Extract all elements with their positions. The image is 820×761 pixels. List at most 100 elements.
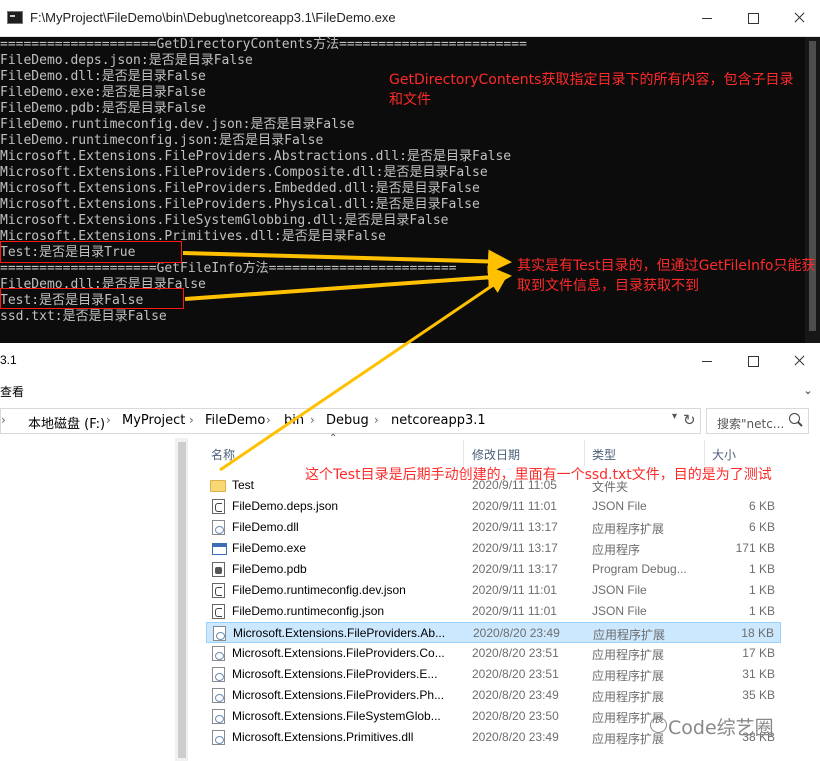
- console-line: Microsoft.Extensions.FileSystemGlobbing.…: [0, 213, 449, 228]
- file-name: FileDemo.dll: [232, 520, 299, 534]
- column-divider[interactable]: [584, 440, 585, 466]
- file-name: FileDemo.runtimeconfig.dev.json: [232, 583, 406, 597]
- file-name: Microsoft.Extensions.FileSystemGlob...: [232, 709, 441, 723]
- explorer-titlebar[interactable]: 3.1: [0, 343, 820, 377]
- breadcrumb-item[interactable]: netcoreapp3.1: [391, 413, 486, 428]
- dll-file-icon: [212, 520, 225, 535]
- scrollbar-thumb[interactable]: [178, 442, 186, 758]
- file-row[interactable]: FileDemo.dll 2020/9/11 13:17 应用程序扩展 6 KB: [206, 517, 781, 538]
- maximize-button[interactable]: [730, 0, 776, 36]
- file-type: JSON File: [592, 604, 647, 618]
- file-type: 应用程序扩展: [593, 628, 666, 642]
- file-row[interactable]: Microsoft.Extensions.FileProviders.Co...…: [206, 643, 781, 664]
- close-button[interactable]: [776, 0, 820, 36]
- file-row[interactable]: FileDemo.deps.json 2020/9/11 11:01 JSON Fi…: [206, 496, 781, 517]
- file-date: 2020/8/20 23:50: [472, 709, 559, 723]
- console-line: ssd.txt:是否是目录False: [0, 309, 167, 324]
- file-row[interactable]: FileDemo.runtimeconfig.json 2020/9/11 11:…: [206, 601, 781, 622]
- search-icon[interactable]: [789, 413, 800, 424]
- navigation-pane[interactable]: [0, 438, 188, 761]
- annotation-note: GetDirectoryContents获取指定目录下的所有内容，包含子目录和文…: [389, 72, 794, 108]
- file-type: 应用程序扩展: [592, 522, 665, 536]
- chevron-right-icon[interactable]: ›: [374, 413, 379, 427]
- search-input[interactable]: 搜索"netc...: [706, 408, 809, 434]
- navigation-pane-scrollbar[interactable]: [175, 438, 188, 761]
- file-size: 1 KB: [748, 583, 775, 597]
- file-row[interactable]: FileDemo.runtimeconfig.dev.json 2020/9/11…: [206, 580, 781, 601]
- console-app-icon: [7, 11, 23, 24]
- console-line: Microsoft.Extensions.FileProviders.Compo…: [0, 165, 488, 180]
- dll-file-icon: [212, 688, 225, 703]
- file-size: 17 KB: [742, 646, 775, 660]
- chevron-right-icon[interactable]: ›: [106, 413, 111, 427]
- file-type: JSON File: [592, 583, 647, 597]
- highlight-box: [0, 288, 184, 309]
- exe-file-icon: [212, 543, 227, 555]
- explorer-title: 3.1: [0, 353, 17, 367]
- minimize-button[interactable]: [684, 0, 730, 36]
- breadcrumb-item[interactable]: bin: [284, 413, 304, 428]
- refresh-icon[interactable]: ↻: [683, 411, 696, 429]
- ribbon-tabs: 查看 ⌄: [0, 377, 820, 405]
- close-button[interactable]: [776, 343, 820, 379]
- chevron-right-icon[interactable]: ›: [1, 413, 6, 427]
- file-name: Microsoft.Extensions.FileProviders.Ph...: [232, 688, 445, 702]
- file-date: 2020/8/20 23:49: [473, 626, 560, 640]
- file-name: FileDemo.runtimeconfig.json: [232, 604, 385, 618]
- tab-view[interactable]: 查看: [0, 383, 24, 400]
- console-line: FileDemo.runtimeconfig.dev.json:是否是目录Fal…: [0, 117, 355, 132]
- file-row[interactable]: FileDemo.pdb 2020/9/11 13:17 Program Debug…: [206, 559, 781, 580]
- chevron-right-icon[interactable]: ›: [189, 413, 194, 427]
- breadcrumb-item[interactable]: MyProject: [122, 413, 185, 428]
- json-file-icon: [212, 604, 225, 619]
- file-date: 2020/8/20 23:51: [472, 667, 559, 681]
- file-size: 35 KB: [742, 688, 775, 702]
- dll-file-icon: [212, 646, 225, 661]
- file-row[interactable]: Microsoft.Extensions.FileProviders.E... 2…: [206, 664, 781, 685]
- maximize-button[interactable]: [730, 343, 776, 379]
- console-line: Microsoft.Extensions.FileProviders.Embed…: [0, 181, 480, 196]
- file-type: 应用程序扩展: [592, 732, 665, 746]
- console-title: F:\MyProject\FileDemo\bin\Debug\netcorea…: [30, 10, 396, 25]
- folder-icon: [210, 480, 226, 492]
- file-row[interactable]: Microsoft.Extensions.FileProviders.Ph...…: [206, 685, 781, 706]
- chevron-down-icon[interactable]: ⌄: [800, 383, 816, 399]
- column-divider[interactable]: [704, 440, 705, 466]
- breadcrumb-item[interactable]: FileDemo: [205, 413, 265, 428]
- breadcrumb-item[interactable]: 本地磁盘 (F:): [28, 413, 105, 432]
- explorer-window: 3.1 查看 ⌄ › 本地磁盘 (F:) › MyProject › FileD…: [0, 343, 820, 761]
- file-size: 31 KB: [742, 667, 775, 681]
- file-row[interactable]: Microsoft.Extensions.FileProviders.Ab...…: [206, 622, 781, 643]
- highlight-box: [0, 241, 182, 263]
- file-name: Microsoft.Extensions.FileProviders.Ab...: [233, 626, 446, 640]
- chevron-right-icon[interactable]: ›: [266, 413, 271, 427]
- dll-file-icon: [212, 730, 225, 745]
- column-header-name[interactable]: 名称: [211, 446, 235, 463]
- watermark: Code综艺圈: [668, 717, 774, 739]
- console-scrollbar[interactable]: [805, 37, 820, 343]
- file-date: 2020/9/11 11:01: [472, 583, 557, 597]
- file-date: 2020/9/11 11:01: [472, 604, 557, 618]
- file-row[interactable]: FileDemo.exe 2020/9/11 13:17 应用程序 171 KB: [206, 538, 781, 559]
- console-line: Microsoft.Extensions.FileProviders.Abstr…: [0, 149, 512, 164]
- file-size: 18 KB: [741, 626, 774, 640]
- file-type: 应用程序: [592, 543, 641, 557]
- file-type: 应用程序扩展: [592, 690, 665, 704]
- console-line: Microsoft.Extensions.FileProviders.Physi…: [0, 197, 480, 212]
- file-date: 2020/9/11 13:17: [472, 541, 558, 555]
- column-header-date[interactable]: 修改日期: [472, 446, 520, 463]
- file-name: Test: [232, 478, 255, 492]
- chevron-down-icon[interactable]: ▾: [672, 411, 677, 422]
- column-divider[interactable]: [463, 440, 464, 466]
- column-header-size[interactable]: 大小: [712, 446, 736, 463]
- chevron-right-icon[interactable]: ›: [310, 413, 315, 427]
- breadcrumb-item[interactable]: Debug: [326, 413, 369, 428]
- column-header-type[interactable]: 类型: [592, 446, 616, 463]
- file-size: 6 KB: [748, 499, 775, 513]
- sort-ascending-icon: ⌃: [329, 433, 338, 444]
- console-line: ====================GetDirectoryContents…: [0, 37, 527, 52]
- file-size: 6 KB: [748, 520, 775, 534]
- minimize-button[interactable]: [684, 343, 730, 379]
- console-titlebar[interactable]: F:\MyProject\FileDemo\bin\Debug\netcorea…: [0, 0, 820, 37]
- address-bar[interactable]: › 本地磁盘 (F:) › MyProject › FileDemo › bin…: [0, 408, 701, 434]
